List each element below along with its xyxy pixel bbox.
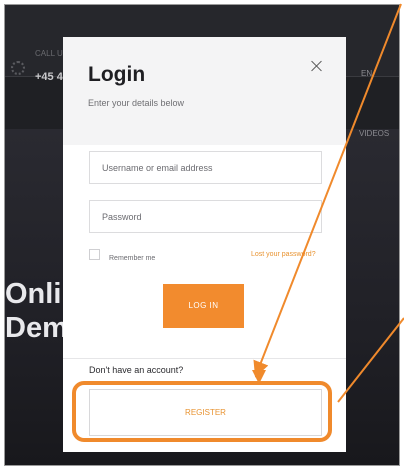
arrow-line (253, 3, 402, 378)
annotation-arrows (252, 3, 404, 403)
arrow-head (252, 370, 266, 384)
arrow-line-2 (337, 317, 404, 403)
